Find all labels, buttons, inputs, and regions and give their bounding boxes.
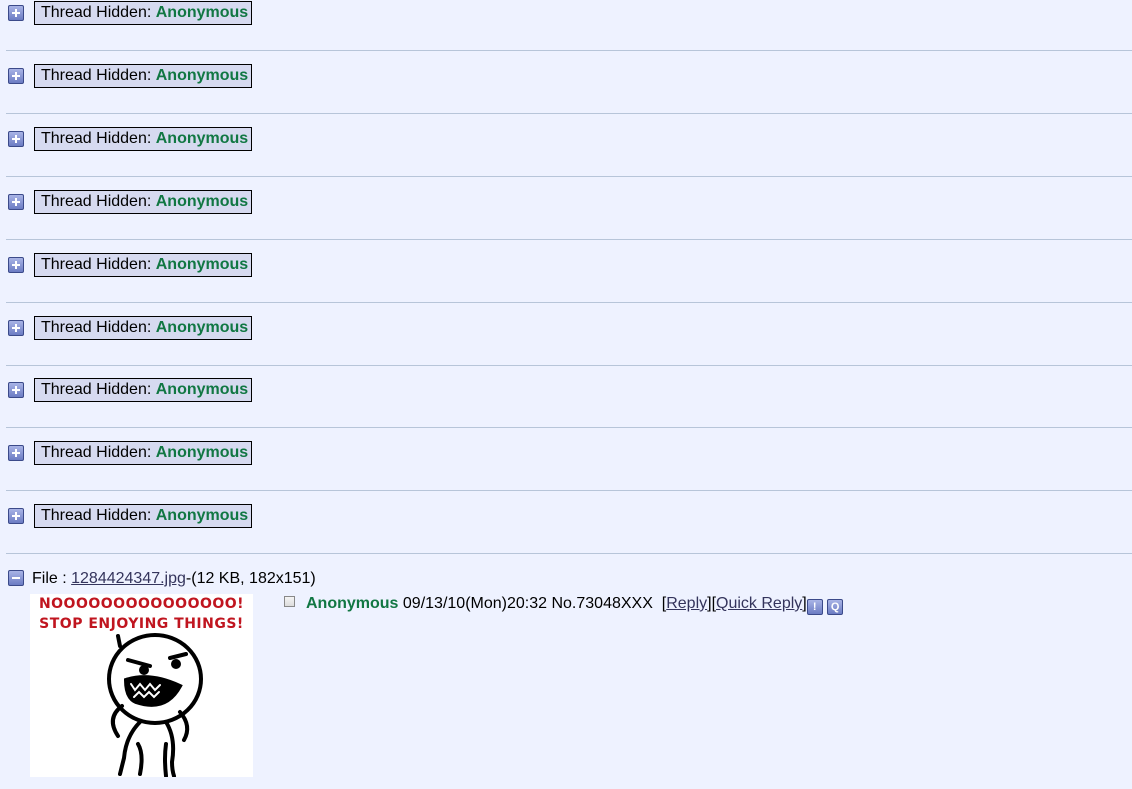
thread-hidden-label: Thread Hidden: Anonymous bbox=[34, 189, 252, 214]
thread-divider bbox=[6, 427, 1132, 429]
thread-hidden-poster-name: Anonymous bbox=[155, 192, 249, 210]
hidden-thread-row: Thread Hidden: Anonymous bbox=[0, 126, 1132, 189]
post-checkbox[interactable] bbox=[284, 596, 295, 607]
hidden-thread-row: Thread Hidden: Anonymous bbox=[0, 377, 1132, 440]
expand-thread-plus-icon[interactable] bbox=[8, 193, 24, 210]
poster-name: Anonymous bbox=[306, 595, 399, 612]
reply-link[interactable]: Reply bbox=[666, 595, 707, 612]
thread-divider bbox=[6, 50, 1132, 51]
thread-hidden-text: Thread Hidden: bbox=[41, 66, 152, 84]
file-info: File : 1284424347.jpg-(12 KB, 182x151) bbox=[32, 570, 316, 588]
hidden-thread-row: Thread Hidden: Anonymous bbox=[0, 0, 1132, 63]
thread-hidden-label: Thread Hidden: Anonymous bbox=[34, 252, 252, 277]
thread-hidden-text: Thread Hidden: bbox=[41, 507, 152, 525]
thread-hidden-poster-name: Anonymous bbox=[155, 381, 249, 399]
quick-reply-link[interactable]: Quick Reply bbox=[716, 595, 802, 612]
hidden-thread-row: Thread Hidden: Anonymous bbox=[0, 189, 1132, 252]
thread-hidden-label: Thread Hidden: Anonymous bbox=[34, 504, 252, 529]
thread-hidden-text: Thread Hidden: bbox=[41, 129, 152, 147]
hidden-thread-row: Thread Hidden: Anonymous bbox=[0, 63, 1132, 126]
thread-divider bbox=[6, 490, 1132, 492]
file-details: -(12 KB, 182x151) bbox=[185, 570, 316, 587]
quote-icon[interactable]: Q bbox=[827, 599, 844, 615]
expand-thread-plus-icon[interactable] bbox=[8, 256, 24, 273]
expand-thread-plus-icon[interactable] bbox=[8, 130, 24, 147]
expand-thread-plus-icon[interactable] bbox=[8, 5, 24, 21]
hidden-thread-row: Thread Hidden: Anonymous bbox=[0, 440, 1132, 503]
thread-hidden-text: Thread Hidden: bbox=[41, 318, 152, 336]
file-label: File : bbox=[32, 570, 67, 587]
thread-hidden-label: Thread Hidden: Anonymous bbox=[34, 126, 252, 151]
thread-hidden-label: Thread Hidden: Anonymous bbox=[34, 315, 252, 340]
thread-image[interactable]: NOOOOOOOOOOOOOOO! STOP ENJOYING THINGS! bbox=[30, 594, 253, 777]
thread-hidden-poster-name: Anonymous bbox=[155, 318, 249, 336]
rage-face-drawing bbox=[107, 633, 203, 777]
expand-thread-plus-icon[interactable] bbox=[8, 445, 24, 462]
thread-divider bbox=[6, 112, 1132, 114]
expand-thread-plus-icon[interactable] bbox=[8, 382, 24, 399]
post-info: Anonymous 09/13/10(Mon)20:32 No.73048XXX… bbox=[306, 595, 844, 615]
thread-hidden-text: Thread Hidden: bbox=[41, 444, 152, 462]
post-number[interactable]: No.73048XXX bbox=[551, 595, 652, 612]
expand-thread-plus-icon[interactable] bbox=[8, 319, 24, 336]
thread-divider bbox=[6, 364, 1132, 366]
hidden-thread-row: Thread Hidden: Anonymous bbox=[0, 315, 1132, 378]
file-link[interactable]: 1284424347.jpg bbox=[71, 570, 186, 587]
thread-hidden-label: Thread Hidden: Anonymous bbox=[34, 63, 252, 88]
expand-thread-plus-icon[interactable] bbox=[8, 508, 24, 525]
thread-hidden-poster-name: Anonymous bbox=[155, 4, 249, 21]
post-date: 09/13/10(Mon)20:32 bbox=[402, 595, 548, 612]
thread-hidden-poster-name: Anonymous bbox=[155, 66, 249, 84]
thread-hidden-text: Thread Hidden: bbox=[41, 4, 152, 21]
thread-hidden-text: Thread Hidden: bbox=[41, 192, 152, 210]
expand-thread-plus-icon[interactable] bbox=[8, 67, 24, 84]
thread-divider bbox=[6, 238, 1132, 240]
thread-hidden-poster-name: Anonymous bbox=[155, 255, 249, 273]
hidden-thread-row: Thread Hidden: Anonymous bbox=[0, 252, 1132, 315]
hidden-thread-row: Thread Hidden: Anonymous bbox=[0, 503, 1132, 566]
collapse-thread-minus-icon[interactable] bbox=[8, 570, 24, 586]
thread-hidden-text: Thread Hidden: bbox=[41, 255, 152, 273]
thread-hidden-poster-name: Anonymous bbox=[155, 507, 249, 525]
thread-hidden-label: Thread Hidden: Anonymous bbox=[34, 1, 252, 25]
thread-hidden-label: Thread Hidden: Anonymous bbox=[34, 378, 252, 403]
thread-divider bbox=[6, 301, 1132, 303]
report-icon[interactable]: ! bbox=[806, 599, 823, 615]
thread-divider bbox=[6, 553, 1132, 555]
thread-hidden-poster-name: Anonymous bbox=[155, 129, 249, 147]
thread-hidden-label: Thread Hidden: Anonymous bbox=[34, 441, 252, 466]
thread-hidden-text: Thread Hidden: bbox=[41, 381, 152, 399]
thread-hidden-poster-name: Anonymous bbox=[155, 444, 249, 462]
thread-divider bbox=[6, 175, 1132, 177]
